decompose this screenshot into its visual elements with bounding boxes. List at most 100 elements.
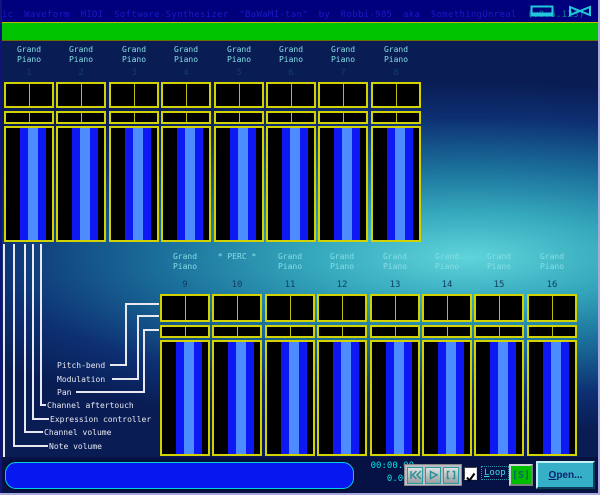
center-divider (291, 84, 292, 106)
channel-number: 12 (317, 280, 367, 290)
channel-program-name: Grand Piano (527, 252, 577, 272)
meter-bar-channel-volume (184, 342, 194, 454)
close-button[interactable] (568, 2, 592, 14)
meter-bar-channel-volume (446, 342, 456, 454)
meter-bar-channel-volume (341, 342, 351, 454)
channel-program-name: Grand Piano (317, 252, 367, 272)
mod-pan-box (109, 111, 159, 124)
meter-bar-note-volume (351, 342, 359, 454)
pitch-bend-box (317, 294, 367, 322)
meter-bar-note-volume (299, 342, 307, 454)
pitch-bend-box (422, 294, 472, 322)
legend-pan: Pan (57, 388, 71, 397)
channel-number: 5 (214, 68, 264, 78)
channel-number: 2 (56, 68, 106, 78)
center-divider (447, 327, 448, 336)
center-divider (499, 327, 500, 336)
center-divider (552, 327, 553, 336)
pitch-bend-box (56, 82, 106, 108)
channel-block: * PERC * 10 (212, 252, 262, 456)
channel-block: Grand Piano 16 (527, 252, 577, 456)
mod-pan-box (370, 325, 420, 338)
channel-block: Grand Piano 15 (474, 252, 524, 456)
mod-pan-box (371, 111, 421, 124)
loop-label[interactable]: Loop (481, 466, 509, 480)
meter-bar-channel-volume (498, 342, 508, 454)
loop-checkbox[interactable] (464, 467, 477, 480)
channel-program-name: Grand Piano (56, 45, 106, 65)
channel-meter-box (318, 126, 368, 242)
meter-bar-note-volume (352, 128, 360, 240)
channel-program-name: Grand Piano (370, 252, 420, 272)
mod-pan-box (160, 325, 210, 338)
meter-bar-expression-controller (387, 128, 395, 240)
close-icon (568, 5, 592, 17)
channel-number: 4 (161, 68, 211, 78)
channel-block: Grand Piano 9 (160, 252, 210, 456)
pitch-bend-box (265, 294, 315, 322)
mod-pan-box (265, 325, 315, 338)
center-divider (81, 84, 82, 106)
meter-bar-expression-controller (282, 128, 290, 240)
meter-bar-channel-volume (395, 128, 405, 240)
meter-bar-channel-volume (28, 128, 38, 240)
meter-bar-expression-controller (177, 128, 185, 240)
center-divider (499, 296, 500, 320)
channel-block: Grand Piano 6 (266, 45, 316, 242)
play-button[interactable] (425, 467, 441, 484)
channel-meter-box (474, 340, 524, 456)
meter-bar-channel-volume (133, 128, 143, 240)
channel-number: 15 (474, 280, 524, 290)
main-area: Grand Piano 1 Grand Piano 2 Grand Piano … (0, 41, 600, 457)
channel-block: Grand Piano 5 (214, 45, 264, 242)
maximize-button[interactable] (530, 2, 554, 14)
meter-bar-note-volume (246, 342, 254, 454)
channel-number: 3 (109, 68, 159, 78)
meter-bar-expression-controller (176, 342, 184, 454)
skip-to-start-button[interactable] (407, 467, 423, 484)
solo-button[interactable]: [S] (509, 464, 533, 486)
meter-bar-channel-volume (342, 128, 352, 240)
open-button[interactable]: Open... (536, 461, 595, 489)
channel-block: Grand Piano 3 (109, 45, 159, 242)
center-divider (81, 113, 82, 122)
channel-meter-box (266, 126, 316, 242)
playback-progress-bar[interactable] (5, 462, 354, 489)
channel-meter-box (109, 126, 159, 242)
activity-bar (0, 22, 600, 41)
meter-bar-note-volume (561, 342, 569, 454)
meter-bar-expression-controller (333, 342, 341, 454)
channel-program-name: Grand Piano (214, 45, 264, 65)
channel-number: 13 (370, 280, 420, 290)
meter-bar-note-volume (405, 128, 413, 240)
app-window: ic Waveform MIDI Software-Synthesizer "B… (0, 0, 600, 495)
center-divider (552, 296, 553, 320)
pitch-bend-box (160, 294, 210, 322)
meter-bar-expression-controller (228, 342, 236, 454)
meter-bar-channel-volume (80, 128, 90, 240)
channel-meter-box (214, 126, 264, 242)
channel-block: Grand Piano 13 (370, 252, 420, 456)
center-divider (290, 296, 291, 320)
channel-meter-box (527, 340, 577, 456)
channel-program-name: Grand Piano (422, 252, 472, 272)
pitch-bend-box (266, 82, 316, 108)
play-icon (427, 470, 439, 480)
skip-to-start-icon (409, 470, 422, 480)
channel-number: 11 (265, 280, 315, 290)
pitch-bend-box (371, 82, 421, 108)
stop-button[interactable] (443, 467, 459, 484)
mod-pan-box (266, 111, 316, 124)
meter-bar-note-volume (195, 128, 203, 240)
channel-number: 10 (212, 280, 262, 290)
channel-block: Grand Piano 2 (56, 45, 106, 242)
center-divider (395, 327, 396, 336)
channel-number: 16 (527, 280, 577, 290)
channel-program-name: Grand Piano (4, 45, 54, 65)
meter-bar-note-volume (248, 128, 256, 240)
meter-bar-note-volume (508, 342, 516, 454)
channel-block: Grand Piano 7 (318, 45, 368, 242)
channel-program-name: Grand Piano (318, 45, 368, 65)
center-divider (290, 327, 291, 336)
pitch-bend-box (212, 294, 262, 322)
